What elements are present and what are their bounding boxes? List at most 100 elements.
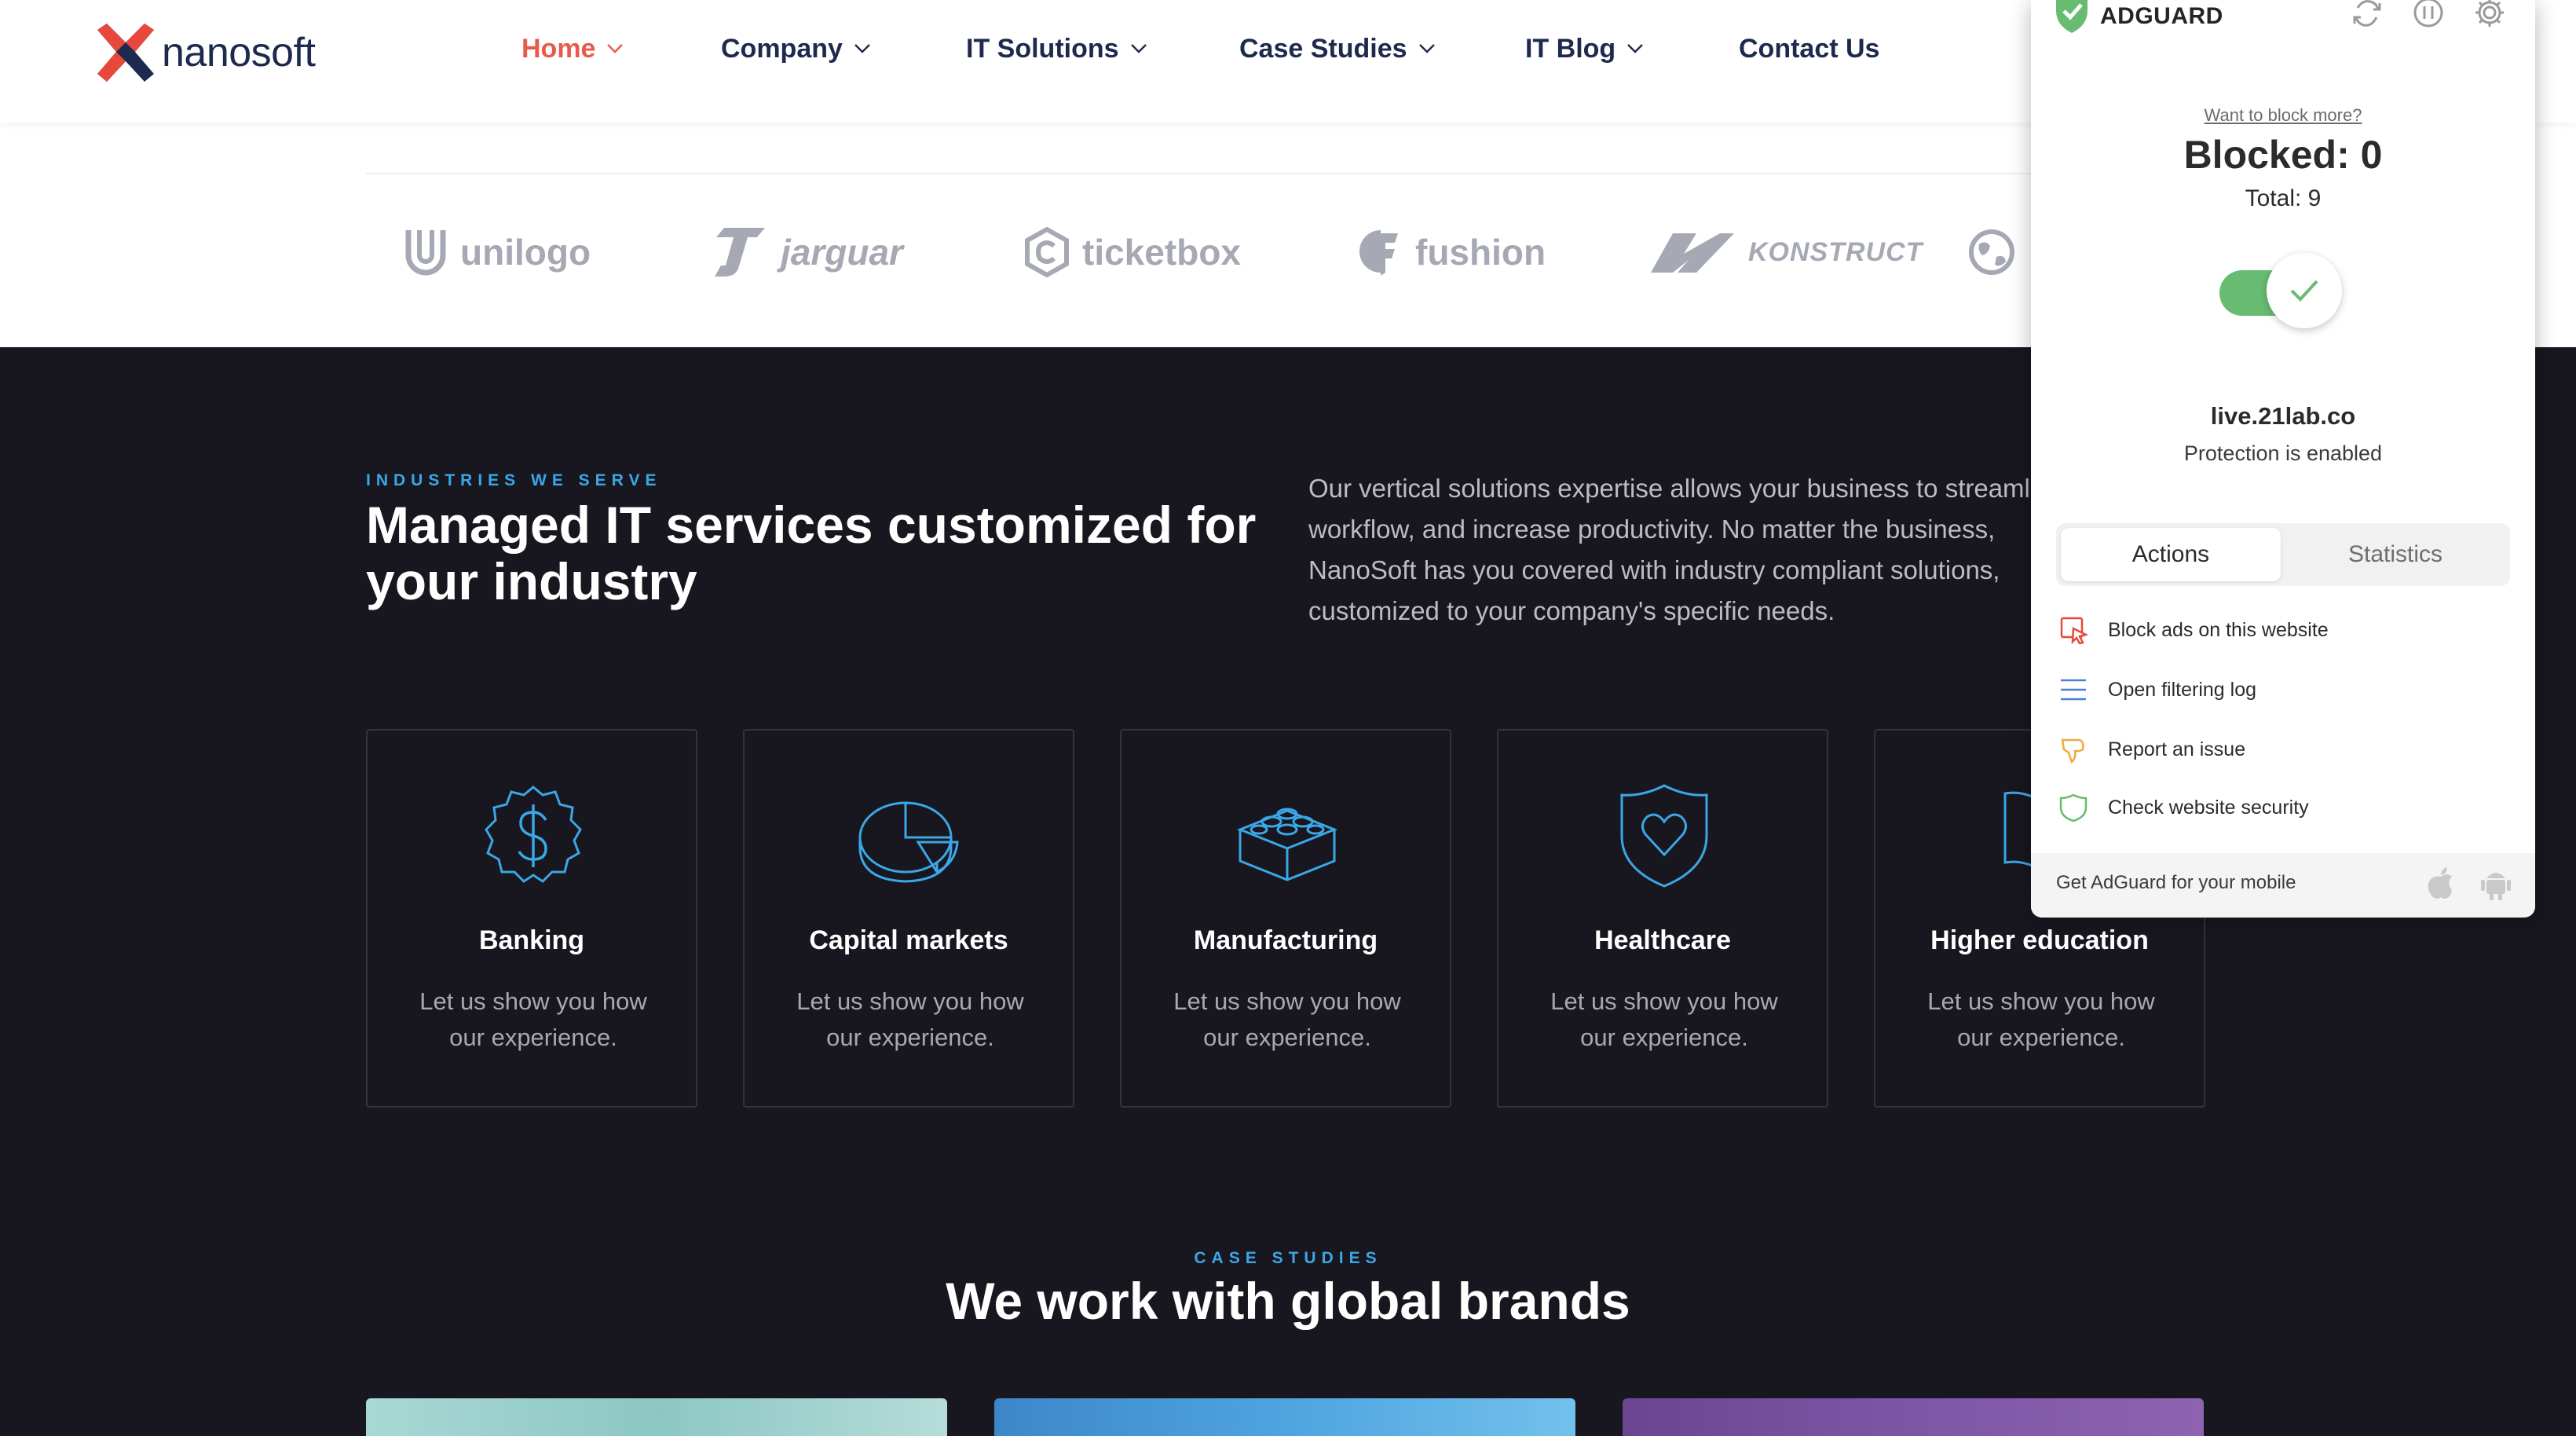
card-description: Let us show you how our experience. (1550, 987, 1778, 1051)
jarguar-mark-icon (715, 228, 765, 277)
checkmark-icon (2290, 280, 2318, 302)
chevron-down-icon (1627, 44, 1644, 53)
block-ads-action[interactable]: Block ads on this website (2059, 614, 2329, 646)
apple-icon[interactable] (2427, 867, 2455, 900)
industry-card-banking[interactable]: Banking Let us show you how our experien… (366, 729, 697, 1108)
brand-logo[interactable]: nanosoft (96, 24, 316, 82)
nav-item-company[interactable]: Company (721, 25, 871, 72)
unilogo-mark-icon (405, 230, 446, 276)
card-description: Let us show you how our experience. (1927, 987, 2155, 1051)
nav-item-label: Case Studies (1239, 33, 1407, 64)
case-studies-eyebrow: CASE STUDIES (1194, 1249, 1382, 1267)
nav-item-case-studies[interactable]: Case Studies (1239, 25, 1436, 72)
card-title: Manufacturing (1193, 925, 1378, 955)
section-title-line: your industry (366, 552, 697, 610)
shield-icon (2059, 793, 2088, 822)
case-study-thumbnail[interactable] (1623, 1398, 2204, 1436)
toggle-knob (2267, 253, 2342, 328)
case-studies-title: We work with global brands (946, 1272, 1630, 1330)
current-site-domain: live.21lab.co (2210, 402, 2356, 430)
case-study-thumbnail[interactable] (994, 1398, 1575, 1436)
adguard-shield-logo-icon (2056, 0, 2088, 33)
adguard-tabs: Actions Statistics (2056, 523, 2510, 586)
dollar-badge-icon (485, 786, 582, 883)
logo-name: unilogo (460, 232, 591, 273)
gear-icon[interactable] (2474, 0, 2505, 28)
card-title: Healthcare (1594, 925, 1731, 955)
card-description: Let us show you how our experience. (419, 987, 647, 1051)
refresh-icon[interactable] (2351, 0, 2383, 28)
nav-item-home[interactable]: Home (521, 25, 624, 72)
nav-item-it-blog[interactable]: IT Blog (1525, 25, 1644, 72)
pause-icon[interactable] (2413, 0, 2444, 28)
industry-card-manufacturing[interactable]: Manufacturing Let us show you how our ex… (1120, 729, 1451, 1108)
chevron-down-icon (1418, 44, 1435, 53)
action-label: Open filtering log (2108, 678, 2257, 701)
industry-card-capital-markets[interactable]: Capital markets Let us show you how our … (743, 729, 1074, 1108)
adguard-popup: ADGUARD Want to block more? Blocked: 0 T… (2031, 0, 2535, 918)
divider (366, 173, 2210, 174)
card-title: Capital markets (809, 925, 1008, 955)
block-cursor-icon (2060, 617, 2088, 644)
chevron-down-icon (1130, 44, 1147, 53)
action-label: Block ads on this website (2108, 618, 2329, 641)
ticketbox-mark-icon (1025, 227, 1069, 277)
adguard-brand: ADGUARD (2100, 3, 2223, 29)
card-title: Higher education (1930, 925, 2149, 955)
nav-item-label: Home (521, 33, 596, 64)
chevron-down-icon (607, 44, 624, 53)
card-description: Let us show you how our experience. (1173, 987, 1401, 1051)
industry-card-healthcare[interactable]: Healthcare Let us show you how our exper… (1497, 729, 1828, 1108)
card-title: Banking (478, 925, 585, 955)
section-eyebrow: INDUSTRIES WE SERVE (366, 471, 662, 489)
section-title-line: Managed IT services customized for (366, 496, 1257, 554)
nav-item-label: Company (721, 33, 843, 64)
brand-name: nanosoft (162, 30, 316, 75)
nav-item-label: IT Solutions (966, 33, 1119, 64)
want-to-block-more-link[interactable]: Want to block more? (2031, 105, 2535, 126)
adguard-header: ADGUARD (2055, 0, 2223, 33)
building-block-icon (1236, 808, 1338, 881)
client-logo-fushion: fushion (1359, 225, 1546, 280)
tab-statistics[interactable]: Statistics (2285, 528, 2505, 581)
section-title: Managed IT services customized for your … (366, 496, 1256, 610)
check-security-action[interactable]: Check website security (2059, 792, 2309, 823)
logo-name: jarguar (781, 232, 903, 273)
heart-shield-icon (1620, 784, 1708, 888)
logo-name: ticketbox (1082, 232, 1241, 273)
client-logo-partial (1968, 225, 2028, 280)
nav-item-label: Contact Us (1739, 33, 1880, 64)
android-icon[interactable] (2480, 867, 2512, 900)
nanosoft-x-logo-icon (97, 24, 154, 82)
protection-status: Protection is enabled (2183, 441, 2383, 465)
tab-actions[interactable]: Actions (2061, 528, 2281, 581)
action-label: Report an issue (2108, 738, 2246, 760)
nav-item-contact-us[interactable]: Contact Us (1739, 25, 1879, 72)
chevron-down-icon (854, 44, 870, 53)
total-count: Total: 9 (2245, 185, 2322, 211)
adguard-header-icons (2351, 0, 2505, 28)
card-description: Let us show you how our experience. (796, 987, 1024, 1051)
open-filtering-log-action[interactable]: Open filtering log (2059, 674, 2256, 705)
blocked-count: Blocked: 0 (2183, 133, 2383, 177)
pie-chart-icon (858, 801, 959, 883)
adguard-footer: Get AdGuard for your mobile (2031, 853, 2535, 918)
mobile-platform-icons (2427, 867, 2512, 900)
globe-mark-icon (1969, 229, 2014, 275)
protection-toggle[interactable] (2219, 251, 2348, 328)
nav-item-it-solutions[interactable]: IT Solutions (966, 25, 1147, 72)
case-study-thumbnail[interactable] (366, 1398, 947, 1436)
logo-name: fushion (1415, 232, 1546, 273)
logo-name: KONSTRUCT (1748, 236, 1923, 267)
client-logo-unilogo: unilogo (404, 225, 591, 280)
report-issue-action[interactable]: Report an issue (2059, 734, 2245, 765)
client-logo-konstruct: KONSTRUCT (1649, 225, 1923, 280)
action-label: Check website security (2108, 796, 2309, 819)
konstruct-mark-icon (1651, 233, 1734, 273)
get-mobile-link[interactable]: Get AdGuard for your mobile (2056, 872, 2296, 894)
fushion-mark-icon (1359, 230, 1398, 276)
section-intro-text: Our vertical solutions expertise allows … (1308, 474, 2065, 625)
nav-item-label: IT Blog (1525, 33, 1616, 64)
list-icon (2061, 679, 2086, 701)
client-logo-ticketbox: ticketbox (1024, 225, 1241, 280)
